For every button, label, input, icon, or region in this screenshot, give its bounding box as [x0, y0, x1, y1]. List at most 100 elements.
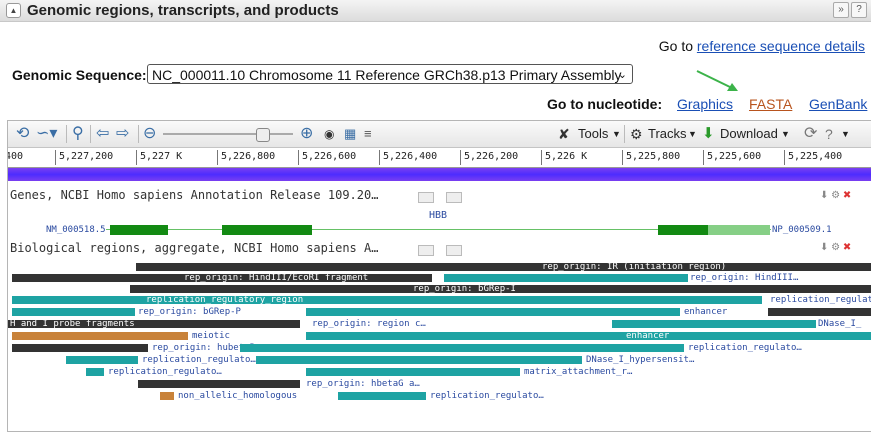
refresh-icon[interactable]: ⟳: [804, 125, 817, 143]
feature-label[interactable]: non_allelic_homologous: [178, 391, 297, 401]
track-prev-icon[interactable]: [418, 192, 434, 203]
sequence-zoom-icon[interactable]: ◉: [324, 125, 334, 143]
feature-label[interactable]: rep_origin: bGRep-P: [138, 307, 241, 317]
graphics-viewer[interactable]: ⟲ ∽▾ ⚲ ⇦ ⇨ ⊖ ⊕ ◉ ▦ ≡ ✘ Tools ▼ ⚙ Tracks …: [7, 120, 871, 432]
tracks-menu[interactable]: Tracks: [648, 126, 687, 141]
feature-label[interactable]: enhancer: [626, 331, 669, 341]
feature-label[interactable]: H and I probe fragments: [10, 319, 135, 329]
feature-label[interactable]: matrix_attachment_r…: [524, 367, 632, 377]
ruler-tick: 5,227,200: [55, 150, 113, 165]
zoom-slider-handle[interactable]: [256, 128, 270, 142]
feature-label[interactable]: replication_regulato…: [142, 355, 256, 365]
feature-label[interactable]: meiotic: [192, 331, 230, 341]
divider: [66, 125, 67, 143]
feature-label[interactable]: rep_origin: IR (initiation region): [542, 262, 726, 272]
navigate-icon[interactable]: ∽▾: [36, 125, 57, 143]
feature-bar[interactable]: [306, 332, 871, 340]
transcript-label[interactable]: NM_000518.5: [46, 225, 106, 235]
tools-menu[interactable]: Tools: [578, 126, 608, 141]
track-settings-icon[interactable]: ⬇ ⚙ ✖: [820, 242, 851, 253]
feature-label[interactable]: replication_regulato…: [430, 391, 544, 401]
ruler-tick: 400: [8, 151, 24, 162]
fasta-link[interactable]: FASTA: [749, 96, 792, 112]
track-next-icon[interactable]: [446, 245, 462, 256]
exon-2[interactable]: [222, 225, 312, 235]
feature-label[interactable]: DNase_I_hypersensit…: [586, 355, 694, 365]
undo-icon[interactable]: ⟲: [16, 125, 29, 143]
track-settings-icon[interactable]: ⬇ ⚙ ✖: [820, 190, 851, 201]
feature-bar[interactable]: [338, 392, 426, 400]
sequence-bar[interactable]: [8, 168, 871, 181]
feature-bar[interactable]: [160, 392, 174, 400]
feature-label[interactable]: rep_origin: HindIII/EcoRI fragment: [184, 273, 368, 283]
goto-reference: Go to reference sequence details: [658, 38, 865, 54]
ruler-tick: 5,226 K: [541, 150, 587, 165]
feature-bar[interactable]: [12, 296, 762, 304]
feature-label[interactable]: enhancer: [684, 307, 727, 317]
graphics-link[interactable]: Graphics: [677, 96, 733, 112]
markers-icon[interactable]: ▦: [344, 125, 356, 143]
feature-bar[interactable]: [256, 356, 582, 364]
feature-bar[interactable]: [306, 368, 520, 376]
zoom-search-icon[interactable]: ⚲: [72, 125, 84, 143]
help-icon[interactable]: ?: [851, 2, 867, 18]
expand-icon[interactable]: »: [833, 2, 849, 18]
feature-bar[interactable]: [768, 308, 871, 316]
feature-label[interactable]: replication_regulato…: [108, 367, 222, 377]
ruler-tick: 5,226,400: [379, 150, 437, 165]
feature-bar[interactable]: [240, 344, 684, 352]
exon-3[interactable]: [658, 225, 708, 235]
feature-bar[interactable]: [12, 332, 188, 340]
genomic-sequence-select[interactable]: NC_000011.10 Chromosome 11 Reference GRC…: [147, 64, 633, 84]
align-icon[interactable]: ≡: [364, 125, 372, 143]
zoom-slider[interactable]: [163, 133, 293, 135]
zoom-in-icon[interactable]: ⊕: [300, 125, 313, 143]
divider: [90, 125, 91, 143]
track-next-icon[interactable]: [446, 192, 462, 203]
pan-right-icon[interactable]: ⇨: [116, 125, 129, 143]
exon-1[interactable]: [110, 225, 168, 235]
feature-bar[interactable]: [66, 356, 138, 364]
feature-bar[interactable]: [12, 344, 148, 352]
section-header[interactable]: ▲ Genomic regions, transcripts, and prod…: [0, 0, 871, 22]
feature-bar[interactable]: [136, 263, 871, 271]
feature-bar[interactable]: [444, 274, 688, 282]
help-icon[interactable]: ?: [825, 125, 833, 143]
reference-sequence-link[interactable]: reference sequence details: [697, 38, 865, 54]
chevron-down-icon: ▼: [612, 129, 621, 139]
feature-bar[interactable]: [138, 380, 300, 388]
feature-label[interactable]: DNase_I_: [818, 319, 861, 329]
feature-label[interactable]: replication_regulato…: [688, 343, 802, 353]
download-menu[interactable]: Download: [720, 126, 778, 141]
genomic-sequence-label: Genomic Sequence:: [12, 67, 147, 83]
divider: [624, 125, 625, 143]
gear-icon[interactable]: ⚙: [630, 125, 643, 143]
download-icon[interactable]: ⬇: [702, 125, 715, 143]
protein-label[interactable]: NP_000509.1: [772, 225, 832, 235]
gene-label-hbb[interactable]: HBB: [429, 210, 447, 221]
feature-label[interactable]: replication_regulatory_region: [146, 295, 303, 305]
feature-bar[interactable]: [12, 308, 135, 316]
feature-label[interactable]: rep_origin: region c…: [312, 319, 426, 329]
pan-left-icon[interactable]: ⇦: [96, 125, 109, 143]
chevron-down-icon: ⌄: [617, 69, 627, 81]
ruler-tick: 5,225,600: [703, 150, 761, 165]
tools-icon[interactable]: ✘: [558, 125, 570, 143]
ruler-tick: 5,225,400: [784, 150, 842, 165]
ruler-tick: 5,225,800: [622, 150, 680, 165]
feature-bar[interactable]: [612, 320, 816, 328]
feature-bar[interactable]: [306, 308, 680, 316]
feature-label[interactable]: replication_regulat: [770, 295, 871, 305]
feature-bar[interactable]: [86, 368, 104, 376]
collapse-icon[interactable]: ▲: [6, 3, 21, 18]
coordinate-ruler[interactable]: 400 5,227,200 5,227 K 5,226,800 5,226,60…: [8, 148, 871, 168]
feature-label[interactable]: rep_origin: bGRep-I: [413, 284, 516, 294]
track-prev-icon[interactable]: [418, 245, 434, 256]
goto-nucleotide-label: Go to nucleotide:: [547, 96, 663, 112]
utr-3[interactable]: [708, 225, 770, 235]
feature-label[interactable]: rep_origin: HindIII…: [690, 273, 798, 283]
genbank-link[interactable]: GenBank: [809, 96, 867, 112]
zoom-out-icon[interactable]: ⊖: [143, 125, 156, 143]
chevron-down-icon: ▼: [688, 129, 697, 139]
feature-label[interactable]: rep_origin: hbetaG a…: [306, 379, 420, 389]
